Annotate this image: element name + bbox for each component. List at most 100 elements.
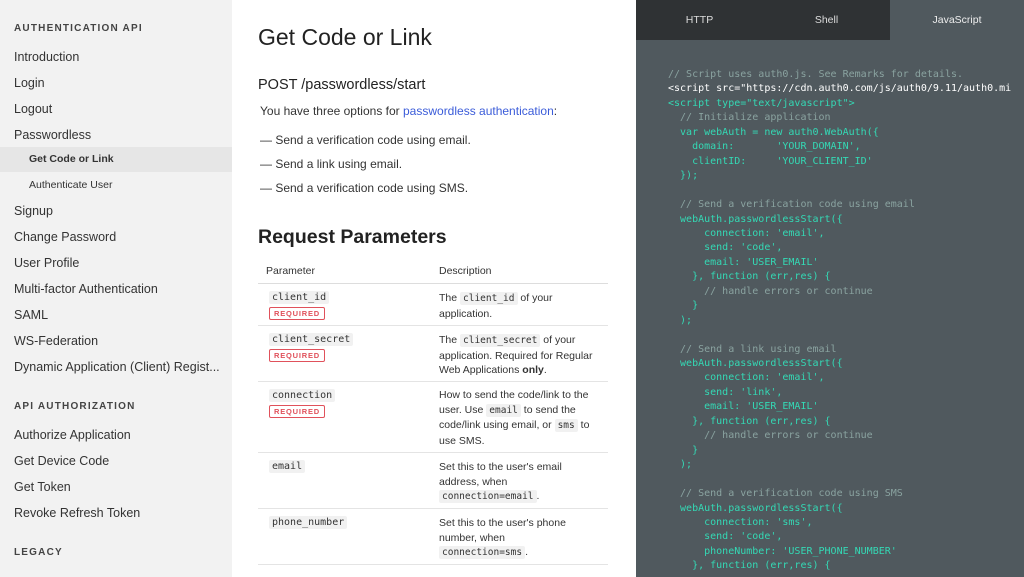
desc-text: code/link using email, or — [439, 419, 555, 431]
tab-javascript[interactable]: JavaScript — [890, 0, 1024, 40]
table-row: client_id REQUIRED The client_id of your… — [258, 284, 608, 326]
param-name: client_id — [269, 291, 330, 304]
desc-text: Set this to the user's phone — [439, 517, 566, 529]
code-line: connection: 'email', — [668, 227, 825, 239]
code-line: }, function (err,res) { — [668, 271, 831, 283]
table-row: connection REQUIRED How to send the code… — [258, 382, 608, 453]
parameters-table: Parameter Description client_id REQUIRED… — [258, 258, 608, 565]
desc-text: The — [439, 292, 461, 304]
code-line: // Send a verification code using SMS — [668, 488, 903, 500]
sidebar-item-logout[interactable]: Logout — [14, 102, 52, 116]
inline-code: connection=sms — [439, 546, 526, 559]
request-parameters-heading: Request Parameters — [258, 226, 447, 248]
sidebar-item-get-token[interactable]: Get Token — [14, 480, 71, 494]
intro-prefix: You have three options for — [260, 104, 403, 118]
tab-http[interactable]: HTTP — [636, 0, 763, 40]
code-line: connection: 'email', — [668, 372, 825, 384]
code-line: // Initialize application — [668, 112, 831, 124]
code-line: phoneNumber: 'USER_PHONE_NUMBER' — [668, 545, 897, 557]
sidebar-item-revoke-refresh-token[interactable]: Revoke Refresh Token — [14, 506, 140, 520]
sidebar-item-dynamic-application-registration[interactable]: Dynamic Application (Client) Regist... — [14, 360, 220, 374]
sidebar-item-get-device-code[interactable]: Get Device Code — [14, 454, 109, 468]
code-line: var webAuth = new auth0.WebAuth({ — [668, 126, 879, 138]
tab-shell[interactable]: Shell — [763, 0, 890, 40]
code-line: // Script uses auth0.js. See Remarks for… — [668, 69, 964, 80]
param-description: How to send the code/link to the user. U… — [439, 388, 607, 448]
inline-code: connection=email — [439, 490, 537, 503]
code-line: ); — [668, 314, 693, 326]
table-row: client_secret REQUIRED The client_secret… — [258, 326, 608, 382]
sidebar: AUTHENTICATION API Introduction Login Lo… — [0, 0, 232, 577]
desc-emphasis: only — [522, 364, 544, 376]
code-line: } — [668, 300, 699, 312]
sidebar-section-api-authorization: API AUTHORIZATION — [14, 401, 136, 412]
sidebar-item-passwordless[interactable]: Passwordless — [14, 128, 91, 142]
table-row: phone_number Set this to the user's phon… — [258, 509, 608, 565]
code-line: // Send a link using email — [668, 343, 837, 355]
sidebar-subitem-authenticate-user[interactable]: Authenticate User — [0, 173, 232, 198]
code-line: webAuth.passwordlessStart({ — [668, 358, 843, 369]
desc-text: user. Use — [439, 403, 487, 416]
sidebar-item-saml[interactable]: SAML — [14, 308, 48, 322]
desc-text: to send the — [520, 403, 576, 416]
option-item: — Send a verification code using SMS. — [260, 181, 469, 195]
param-description: The client_id of your application. — [439, 291, 607, 321]
desc-text: Set this to the user's email — [439, 461, 562, 473]
sidebar-item-change-password[interactable]: Change Password — [14, 230, 116, 244]
code-line: email: 'USER_EMAIL' — [668, 256, 819, 268]
code-line: }, function (err,res) { — [668, 560, 831, 572]
code-line: ); — [668, 459, 693, 471]
sidebar-item-signup[interactable]: Signup — [14, 204, 53, 218]
sidebar-item-authorize-application[interactable]: Authorize Application — [14, 428, 131, 442]
code-line: send: 'link', — [668, 386, 783, 398]
param-description: The client_secret of your application. R… — [439, 333, 607, 378]
desc-text: How to send the code/link to the — [439, 389, 589, 401]
passwordless-authentication-link[interactable]: passwordless authentication — [403, 104, 554, 118]
sidebar-item-ws-federation[interactable]: WS-Federation — [14, 334, 98, 348]
code-line: send: 'code', — [668, 242, 783, 254]
required-badge: REQUIRED — [269, 349, 325, 362]
code-line: <script src="https://cdn.auth0.com/js/au… — [668, 83, 1012, 95]
param-name: client_secret — [269, 333, 354, 346]
code-line: <script type="text/javascript"> — [668, 97, 855, 109]
intro-text: You have three options for passwordless … — [260, 104, 557, 118]
sidebar-section-authentication-api: AUTHENTICATION API — [14, 23, 143, 34]
intro-suffix: : — [553, 104, 558, 118]
param-description: Set this to the user's email address, wh… — [439, 460, 607, 505]
column-header-description: Description — [439, 265, 492, 277]
code-line: }); — [668, 170, 699, 182]
desc-text: . — [536, 490, 540, 502]
endpoint-heading: POST /passwordless/start — [258, 77, 426, 93]
main-content: Get Code or Link POST /passwordless/star… — [232, 0, 636, 577]
page-title: Get Code or Link — [258, 24, 432, 50]
param-name: connection — [269, 389, 336, 402]
sidebar-item-multi-factor-authentication[interactable]: Multi-factor Authentication — [14, 282, 158, 296]
inline-code: sms — [554, 419, 578, 432]
inline-code: email — [486, 403, 521, 417]
desc-text: . — [543, 364, 547, 376]
inline-code: client_secret — [460, 334, 541, 347]
code-line: domain: 'YOUR_DOMAIN', — [668, 141, 861, 153]
sidebar-item-user-profile[interactable]: User Profile — [14, 256, 79, 270]
sidebar-subitem-get-code-or-link[interactable]: Get Code or Link — [0, 147, 232, 172]
desc-text: use SMS. — [439, 434, 485, 447]
option-item: — Send a link using email. — [260, 157, 403, 171]
inline-code: client_id — [460, 292, 518, 305]
code-line: webAuth.passwordlessStart({ — [668, 213, 843, 225]
sidebar-item-introduction[interactable]: Introduction — [14, 50, 79, 64]
code-panel: HTTP Shell JavaScript // Script uses aut… — [636, 0, 1024, 577]
desc-text: address, when — [439, 475, 508, 488]
code-line: clientID: 'YOUR_CLIENT_ID' — [668, 155, 873, 167]
table-row: email Set this to the user's email addre… — [258, 453, 608, 509]
sidebar-item-login[interactable]: Login — [14, 76, 45, 90]
code-line: // handle errors or continue — [668, 285, 873, 297]
code-line: send: 'code', — [668, 531, 783, 543]
desc-text: application. — [439, 307, 493, 320]
desc-text: Web Applications — [439, 364, 523, 376]
option-item: — Send a verification code using email. — [260, 133, 471, 147]
code-language-tabs: HTTP Shell JavaScript — [636, 0, 1024, 40]
desc-text: of your — [517, 292, 553, 304]
desc-text: The — [439, 334, 461, 346]
code-line: } — [668, 444, 699, 456]
sidebar-section-legacy: LEGACY — [14, 547, 63, 558]
